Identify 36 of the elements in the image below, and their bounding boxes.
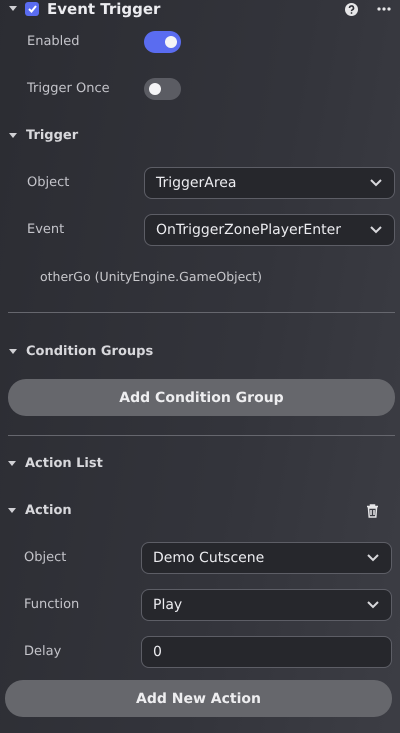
parameter-text: otherGo (UnityEngine.GameObject) bbox=[40, 269, 262, 284]
checkbox[interactable] bbox=[25, 2, 39, 16]
field-label: Function bbox=[24, 597, 80, 612]
field-label: Object bbox=[27, 175, 70, 190]
toggle-label: Enabled bbox=[27, 34, 81, 49]
toggle-switch[interactable] bbox=[144, 30, 181, 52]
field-label: Delay bbox=[24, 644, 62, 659]
dropdown[interactable]: OnTriggerZonePlayerEnter bbox=[144, 214, 395, 246]
collapse-arrow-icon[interactable] bbox=[9, 132, 17, 138]
section-title: Action List bbox=[25, 456, 103, 471]
add-new-action-button[interactable]: Add New Action bbox=[5, 680, 392, 717]
chevron-down-icon[interactable] bbox=[367, 554, 379, 562]
chevron-down-icon[interactable] bbox=[367, 600, 379, 608]
collapse-arrow-icon[interactable] bbox=[8, 460, 16, 466]
trash-icon[interactable] bbox=[366, 504, 379, 518]
more-options-icon[interactable] bbox=[377, 7, 391, 11]
toggle-label: Trigger Once bbox=[27, 81, 111, 96]
section-title: Condition Groups bbox=[26, 344, 154, 359]
collapse-arrow-icon[interactable] bbox=[8, 508, 16, 514]
component-title: Event Trigger bbox=[47, 0, 160, 18]
section-title: Trigger bbox=[26, 128, 78, 143]
collapse-arrow-icon[interactable] bbox=[9, 348, 17, 354]
field-label: Event bbox=[27, 222, 66, 237]
add-condition-group-button[interactable]: Add Condition Group bbox=[8, 379, 395, 416]
input-field[interactable]: 0 bbox=[141, 636, 392, 668]
help-icon[interactable] bbox=[345, 2, 358, 16]
dropdown[interactable]: Play bbox=[141, 588, 392, 620]
chevron-down-icon[interactable] bbox=[370, 178, 382, 186]
dropdown[interactable]: Demo Cutscene bbox=[141, 542, 392, 574]
checkmark-icon[interactable] bbox=[28, 5, 36, 13]
chevron-down-icon[interactable] bbox=[370, 226, 382, 234]
toggle-switch[interactable] bbox=[144, 78, 181, 100]
field-label: Object bbox=[24, 550, 68, 565]
dropdown[interactable]: TriggerArea bbox=[144, 166, 395, 198]
collapse-arrow-icon[interactable] bbox=[9, 6, 17, 12]
section-title: Action bbox=[25, 503, 72, 518]
